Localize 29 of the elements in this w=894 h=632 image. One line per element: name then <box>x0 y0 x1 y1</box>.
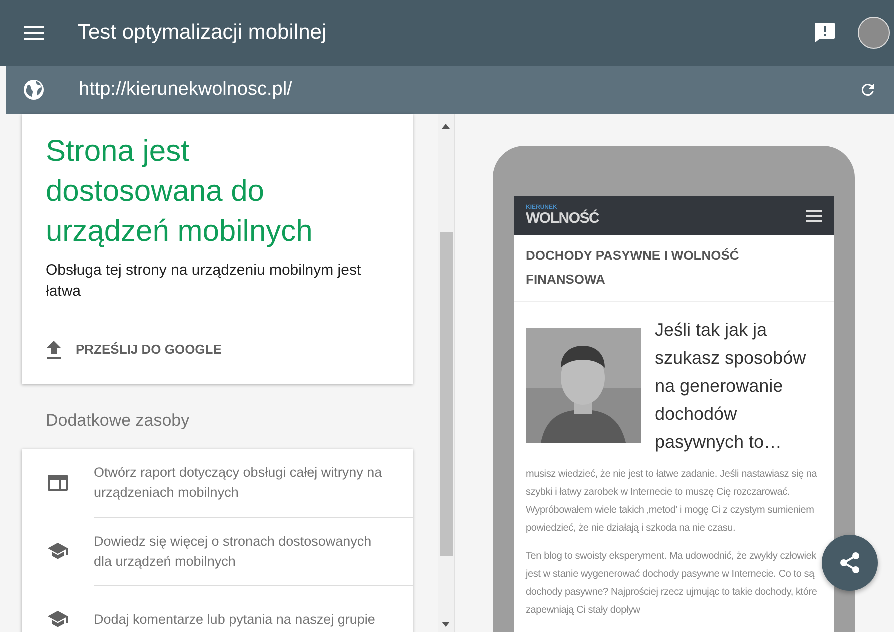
app-title: Test optymalizacji mobilnej <box>78 20 327 46</box>
post-paragraph: Ten blog to swoisty eksperyment. Ma udowodnić, że zwykły człowiek jest w stanie wygenerować dochody pasywne w Internecie. Co to są dochody pasywne? Najprościej rzecz ujmując to takie dochody, które zapewniają Ci stały dopływ <box>524 550 818 618</box>
refresh-icon[interactable] <box>859 81 877 99</box>
post-paragraph: musisz wiedzieć, że nie jest to łatwe zadanie. Jeśli nastawiasz się na szybki i łatwy zarobek w Internecie to muszę Cię rozczarować. Wypróbowałem wiele takich ‚metod' i mogę Ci z czystym sumieniem powiedzieć, że nie działają i szkoda na nie czasu. <box>525 468 818 536</box>
scroll-up-icon[interactable] <box>442 124 450 129</box>
post-heading: Jeśli tak jak ja szukasz sposobów na generowanie dochodów pasywnych to… <box>655 319 808 454</box>
graduation-cap-icon <box>47 542 69 560</box>
avatar[interactable] <box>858 17 890 49</box>
resource-link[interactable]: Otwórz raport dotyczący obsługi całej witryny na urządzeniach mobilnych <box>94 463 393 503</box>
resource-link[interactable]: Dodaj komentarze lub pytania na naszej grupie <box>94 610 376 630</box>
menu-icon[interactable] <box>24 26 44 40</box>
feedback-icon[interactable] <box>814 22 836 44</box>
resource-link[interactable]: Dowiedz się więcej o stronach dostosowanych dla urządzeń mobilnych <box>94 532 393 572</box>
logo-bottom: WOLNOŚĆ <box>526 211 600 226</box>
share-button[interactable] <box>822 535 878 591</box>
scroll-down-icon[interactable] <box>442 622 450 627</box>
result-heading: Strona jest dostosowana do urządzeń mobilnych <box>46 134 314 250</box>
scrollbar[interactable] <box>438 114 454 632</box>
url-field[interactable]: http://kierunekwolnosc.pl/ <box>79 76 859 104</box>
share-icon <box>840 552 860 574</box>
globe-icon <box>23 79 45 101</box>
web-layout-icon <box>47 474 69 492</box>
menu-icon[interactable] <box>806 210 822 222</box>
submit-to-google-button[interactable]: PRZEŚLIJ DO GOOGLE <box>46 340 222 360</box>
graduation-cap-icon <box>47 610 69 628</box>
result-description: Obsługa tej strony na urządzeniu mobilnym jest łatwa <box>46 261 362 302</box>
upload-icon <box>46 340 62 359</box>
site-page-title: DOCHODY PASYWNE I WOLNOŚĆ FINANSOWA <box>526 248 740 287</box>
section-title: Dodatkowe zasoby <box>46 410 191 432</box>
